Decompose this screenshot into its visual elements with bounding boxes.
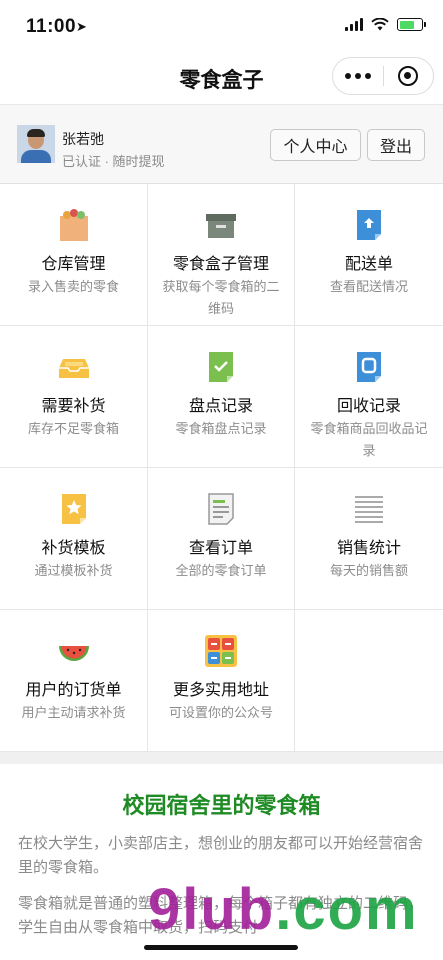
grid-item-orders[interactable]: 查看订单 全部的零食订单 (148, 468, 295, 610)
grid-item-warehouse[interactable]: 仓库管理 录入售卖的零食 (0, 184, 148, 326)
grid-item-desc: 全部的零食订单 (175, 563, 267, 578)
more-button[interactable] (333, 58, 383, 94)
battery-icon (397, 18, 426, 31)
grid-item-label: 用户的订货单 (25, 682, 122, 699)
status-bar: 11:00 ➤ (0, 0, 443, 50)
inbox-tray-icon (58, 359, 89, 378)
grid-item-label: 需要补货 (41, 398, 106, 415)
article-heading: 校园宿舍里的零食箱 (122, 793, 321, 818)
watermark-logo: 9lub.com (148, 877, 419, 942)
nav-bar: 零食盒子 (0, 50, 443, 104)
miniprogram-capsule (332, 57, 434, 95)
grid-item-desc: 获取每个零食箱的二维码 (162, 279, 280, 316)
status-time: 11:00 (26, 16, 77, 37)
grid-item-label: 配送单 (344, 256, 393, 273)
personal-center-button[interactable]: 个人中心 (270, 129, 361, 161)
check-doc-icon (209, 352, 233, 382)
more-dots-icon (344, 73, 371, 79)
star-doc-icon (61, 494, 86, 524)
grid-item-label: 更多实用地址 (172, 682, 269, 699)
logout-button[interactable]: 登出 (367, 129, 425, 161)
grid-item-desc: 用户主动请求补货 (21, 705, 126, 720)
grid-item-empty (295, 610, 443, 752)
grid-item-label: 回收记录 (336, 398, 401, 415)
cellular-signal-icon (345, 18, 363, 31)
user-panel: 张若弛 已认证 · 随时提现 个人中心 登出 (0, 104, 443, 184)
article-paragraph: 在校大学生，小卖部店主，想创业的朋友都可以开始经营宿舍里的零食箱。 (18, 835, 424, 876)
grid-item-desc: 零食箱盘点记录 (175, 421, 267, 436)
grid-item-label: 仓库管理 (41, 256, 106, 273)
location-arrow-icon: ➤ (76, 19, 87, 34)
grid-item-delivery[interactable]: 配送单 查看配送情况 (295, 184, 443, 326)
grid-item-desc: 每天的销售额 (329, 563, 408, 578)
grid-item-label: 零食盒子管理 (172, 256, 269, 273)
grid-item-label: 销售统计 (336, 540, 401, 557)
archive-box-icon (206, 214, 236, 238)
grid-item-more-links[interactable]: 更多实用地址 可设置你的公众号 (148, 610, 295, 752)
target-close-icon (398, 66, 419, 86)
order-list-icon (208, 493, 234, 525)
close-miniprogram-button[interactable] (384, 58, 434, 94)
grid-item-desc: 库存不足零食箱 (27, 421, 119, 436)
grid-item-user-orders[interactable]: 用户的订货单 用户主动请求补货 (0, 610, 148, 752)
grid-item-label: 查看订单 (188, 540, 253, 557)
avatar[interactable] (17, 125, 55, 163)
grid-item-desc: 查看配送情况 (329, 279, 408, 294)
grid-item-label: 补货模板 (41, 540, 106, 557)
wifi-icon (371, 18, 389, 31)
grid-item-stocktake[interactable]: 盘点记录 零食箱盘点记录 (148, 326, 295, 468)
grid-item-recycle[interactable]: 回收记录 零食箱商品回收品记录 (295, 326, 443, 468)
grid-item-desc: 零食箱商品回收品记录 (310, 421, 428, 458)
status-right (345, 18, 426, 31)
apps-grid-icon (205, 635, 237, 667)
recycle-doc-icon (357, 352, 381, 382)
grid-item-sales[interactable]: 销售统计 每天的销售额 (295, 468, 443, 610)
user-status: 已认证 · 随时提现 (62, 154, 165, 169)
user-name: 张若弛 (62, 131, 104, 147)
grid-item-desc: 可设置你的公众号 (168, 705, 273, 720)
grid-item-desc: 通过模板补货 (34, 563, 113, 578)
upload-doc-icon (357, 210, 381, 240)
grid-item-template[interactable]: 补货模板 通过模板补货 (0, 468, 148, 610)
home-indicator[interactable] (144, 945, 298, 950)
function-grid: 仓库管理 录入售卖的零食 零食盒子管理 获取每个零食箱的二维码 配送单 查看配送… (0, 184, 443, 752)
stats-lines-icon (355, 496, 383, 523)
grid-item-label: 盘点记录 (188, 398, 253, 415)
watermelon-icon (58, 646, 89, 661)
grid-item-desc: 录入售卖的零食 (27, 279, 119, 294)
grid-item-restock[interactable]: 需要补货 库存不足零食箱 (0, 326, 148, 468)
section-divider (0, 752, 443, 764)
grid-item-box-manage[interactable]: 零食盒子管理 获取每个零食箱的二维码 (148, 184, 295, 326)
warehouse-bag-icon (59, 209, 88, 241)
